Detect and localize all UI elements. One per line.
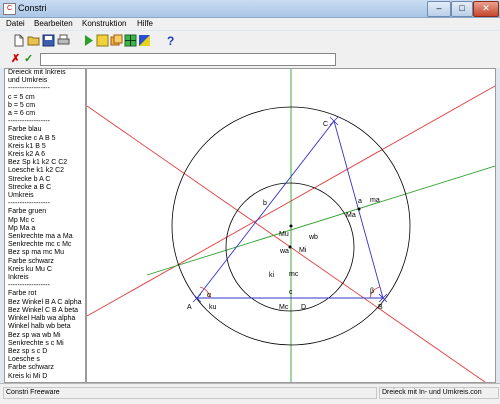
- script-line[interactable]: ------------------: [5, 85, 85, 93]
- label-side-b: b: [263, 200, 267, 207]
- menu-hilfe[interactable]: Hilfe: [137, 19, 153, 28]
- grid-icon[interactable]: [124, 34, 137, 47]
- minimize-button[interactable]: ‒: [427, 1, 451, 17]
- script-line[interactable]: c = 5 cm: [5, 94, 85, 102]
- script-panel[interactable]: Dreieck mit Inkreis und Umkreis ----------…: [4, 68, 86, 383]
- script-line[interactable]: a = 6 cm: [5, 110, 85, 118]
- point-mu: [289, 224, 293, 228]
- script-line[interactable]: Loesche k1 k2 C2: [5, 167, 85, 175]
- close-button[interactable]: ✕: [473, 1, 499, 17]
- script-line[interactable]: Bez sp s c D: [5, 348, 85, 356]
- command-bar: ✗ ✓: [0, 51, 500, 68]
- app-icon: C: [3, 3, 16, 15]
- title-bar: C Constri ‒ □ ✕: [0, 0, 500, 18]
- svg-text:?: ?: [167, 34, 174, 47]
- step-icon[interactable]: [96, 34, 109, 47]
- script-line[interactable]: Farbe schwarz: [5, 364, 85, 372]
- window-title: Constri: [18, 3, 47, 13]
- script-line[interactable]: Kreis k2 A 6: [5, 151, 85, 159]
- print-icon[interactable]: [57, 34, 70, 47]
- status-filename: Dreieck mit In- und Umkreis.con: [379, 387, 499, 399]
- script-line[interactable]: ------------------: [5, 200, 85, 208]
- script-line[interactable]: ------------------: [5, 118, 85, 126]
- script-list: Dreieck mit Inkreis und Umkreis ----------…: [5, 69, 85, 381]
- save-icon[interactable]: [42, 34, 55, 47]
- maximize-button[interactable]: □: [451, 1, 473, 17]
- label-wa: wa: [279, 248, 289, 255]
- label-ma-line: ma: [370, 197, 380, 204]
- script-line[interactable]: b = 5 cm: [5, 102, 85, 110]
- script-line[interactable]: Strecke b A C: [5, 176, 85, 184]
- command-input[interactable]: [40, 53, 336, 66]
- script-line[interactable]: Winkel halb wb beta: [5, 323, 85, 331]
- script-line[interactable]: Farbe gruen: [5, 208, 85, 216]
- menu-bearbeiten[interactable]: Bearbeiten: [34, 19, 73, 28]
- script-line[interactable]: Strecke a B C: [5, 184, 85, 192]
- label-c-point: C: [323, 121, 328, 128]
- label-mu: Mu: [279, 231, 289, 238]
- perpendicular-bisector-ma: [146, 165, 495, 276]
- script-line[interactable]: Mp Mc c: [5, 217, 85, 225]
- script-line[interactable]: Inkreis: [5, 274, 85, 282]
- status-left: Constri Freeware: [3, 387, 377, 399]
- new-file-icon[interactable]: [12, 34, 25, 47]
- script-line[interactable]: Mp Ma a: [5, 225, 85, 233]
- script-line[interactable]: Kreis ki Mi D: [5, 373, 85, 381]
- script-line[interactable]: Farbe rot: [5, 290, 85, 298]
- script-line[interactable]: Senkrechte ma a Ma: [5, 233, 85, 241]
- script-line[interactable]: Loesche s: [5, 356, 85, 364]
- script-line[interactable]: Kreis ku Mu C: [5, 266, 85, 274]
- script-line[interactable]: und Umkreis: [5, 77, 85, 85]
- label-wb: wb: [308, 234, 318, 241]
- run-icon[interactable]: [82, 34, 95, 47]
- script-line[interactable]: Winkel Halb wa alpha: [5, 315, 85, 323]
- label-alpha: α: [207, 292, 211, 299]
- script-line[interactable]: Farbe schwarz: [5, 258, 85, 266]
- cancel-button[interactable]: ✗: [11, 52, 20, 65]
- label-mc-line: mc: [289, 271, 299, 278]
- script-line[interactable]: Bez sp wa wb Mi: [5, 332, 85, 340]
- script-line[interactable]: Senkrechte mc c Mc: [5, 241, 85, 249]
- confirm-button[interactable]: ✓: [24, 52, 33, 65]
- help-icon[interactable]: ?: [164, 34, 177, 47]
- label-mi: Mi: [299, 247, 307, 254]
- script-line[interactable]: Dreieck mit Inkreis: [5, 69, 85, 77]
- script-line[interactable]: Bez Sp k1 k2 C C2: [5, 159, 85, 167]
- label-a-point: A: [187, 304, 192, 311]
- script-line[interactable]: Kreis k1 B 5: [5, 143, 85, 151]
- script-line[interactable]: Bez Winkel C B A beta: [5, 307, 85, 315]
- script-line[interactable]: Umkreis: [5, 192, 85, 200]
- label-ma: Ma: [346, 212, 356, 219]
- label-side-a: a: [358, 198, 362, 205]
- label-d-point: D: [301, 304, 306, 311]
- drawing-canvas[interactable]: A B C D Mc Ma Mu Mi a b c ma mc wa wb ku…: [86, 68, 496, 383]
- label-side-c: c: [289, 289, 293, 296]
- label-ku: ku: [209, 304, 217, 311]
- label-ki: ki: [269, 272, 275, 279]
- color-icon[interactable]: [138, 34, 151, 47]
- label-beta: β: [370, 288, 374, 295]
- status-bar: Constri Freeware Dreieck mit In- und Umk…: [0, 383, 500, 404]
- menu-datei[interactable]: Datei: [6, 19, 25, 28]
- script-line[interactable]: Bez sp ma mc Mu: [5, 249, 85, 257]
- menu-konstruktion[interactable]: Konstruktion: [82, 19, 126, 28]
- copy-icon[interactable]: [110, 34, 123, 47]
- toolbar: ?: [0, 31, 500, 51]
- script-line[interactable]: ------------------: [5, 282, 85, 290]
- script-line[interactable]: Bez Winkel B A C alpha: [5, 299, 85, 307]
- label-b-point: B: [378, 304, 383, 311]
- script-line[interactable]: Farbe blau: [5, 126, 85, 134]
- script-line[interactable]: Strecke c A B 5: [5, 135, 85, 143]
- open-folder-icon[interactable]: [27, 34, 40, 47]
- script-line[interactable]: Senkrechte s c Mi: [5, 340, 85, 348]
- label-mc: Mc: [279, 304, 289, 311]
- menu-bar: Datei Bearbeiten Konstruktion Hilfe: [0, 18, 500, 30]
- point-ma: [357, 207, 361, 211]
